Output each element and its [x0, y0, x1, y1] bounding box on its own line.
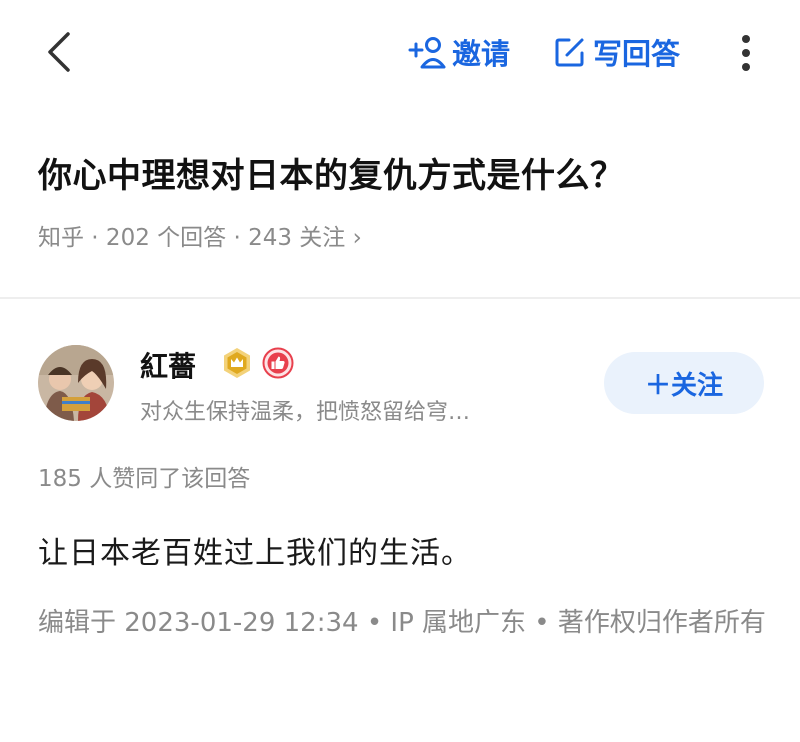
thumbs-up-badge-icon [262, 347, 294, 379]
invite-label: 邀请 [452, 37, 511, 71]
author-bio: 对众生保持温柔，把愤怒留给穹… [140, 400, 471, 425]
add-user-icon [408, 37, 446, 69]
author-name[interactable]: 紅薔 [140, 345, 196, 385]
question-meta[interactable]: 知乎 · 202 个回答 · 243 关注 › [38, 218, 362, 252]
chevron-left-icon [48, 32, 70, 72]
invite-button[interactable]: 邀请 [408, 32, 510, 72]
crown-badge-icon [221, 347, 253, 379]
avatar[interactable] [38, 345, 114, 421]
write-answer-button[interactable]: 写回答 [553, 32, 680, 72]
write-answer-label: 写回答 [593, 37, 681, 71]
avatar-photo [38, 345, 114, 421]
edit-icon [555, 38, 584, 67]
more-options-button[interactable] [732, 32, 760, 74]
edit-info: 编辑于 2023-01-29 12:34 • IP 属地广东 • 著作权归作者所… [38, 608, 766, 638]
top-bar: 邀请 写回答 [0, 0, 800, 100]
back-button[interactable] [40, 28, 84, 76]
answer-content: 让日本老百姓过上我们的生活。 [38, 536, 472, 571]
more-vertical-icon [742, 35, 750, 71]
follow-button[interactable]: ＋关注 [604, 352, 764, 414]
upvote-count: 185 人赞同了该回答 [38, 466, 251, 492]
section-divider [0, 297, 800, 299]
question-title: 你心中理想对日本的复仇方式是什么？ [38, 156, 625, 196]
